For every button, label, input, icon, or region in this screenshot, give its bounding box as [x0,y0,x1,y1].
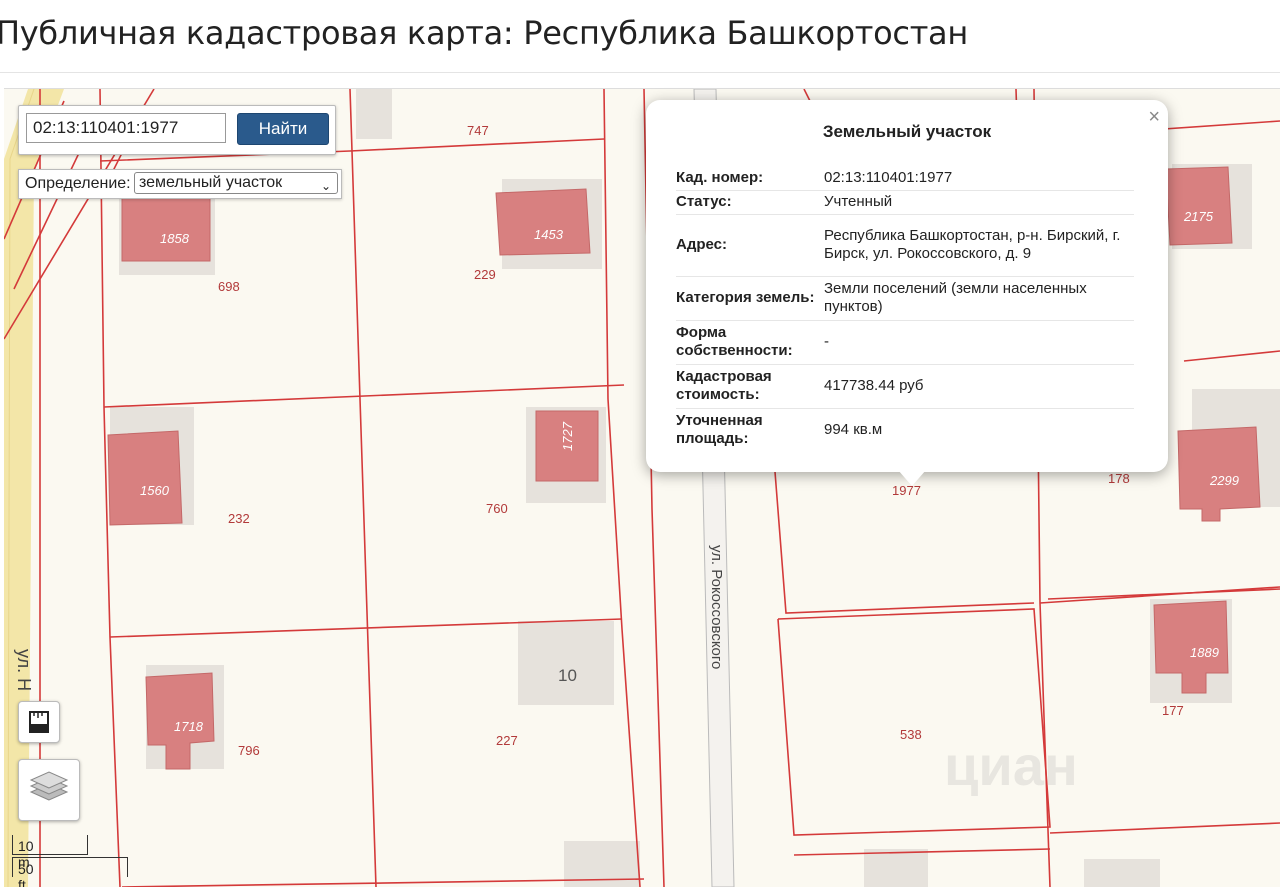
watermark: циан [944,734,1078,797]
street-label: ул. Рокоссовского [708,545,725,669]
info-value: Учтенный [824,190,1134,215]
parcel-label: 227 [496,733,518,748]
page-title: Публичная кадастровая карта: Республика … [0,14,968,52]
building-label: 1858 [160,231,190,246]
building-label: 1727 [560,421,575,451]
info-value: Земли поселений (земли населенных пункто… [824,276,1134,321]
scale-imperial: 50 ft [18,861,34,887]
info-value: 994 кв.м [824,421,883,439]
parcel-label: 698 [218,279,240,294]
info-row: Уточненная площадь: 994 кв.м [676,408,1134,452]
info-value: - [824,320,1134,365]
info-row: Адрес: Республика Башкортостан, р-н. Бир… [676,214,1134,277]
info-key: Кадастровая стоимость [676,368,772,403]
street-label: ул. Н [14,649,34,691]
definition-panel: Определение: земельный участок ⌄ [18,169,342,199]
search-panel: Найти [18,105,336,155]
building-label: 2175 [1183,209,1214,224]
parcel-label: 538 [900,727,922,742]
popup-title: Земельный участок [822,122,992,141]
parcel-info-table: Кад. номер: 02:13:110401:1977 Статус: Уч… [676,166,1134,452]
find-button[interactable]: Найти [237,113,329,145]
info-key: Кад. номер [676,168,759,186]
info-key: Уточненная площадь [676,412,763,448]
popup-pointer [898,470,926,486]
parcel-info-popup: × Земельный участок Кад. номер: 02:13:11… [646,100,1168,472]
info-row: Кадастровая стоимость: 417738.44 руб [676,364,1134,409]
info-value: Республика Башкортостан, р-н. Бирский, г… [824,214,1134,277]
building-label: 1453 [534,227,564,242]
chevron-down-icon: ⌄ [320,179,331,193]
definition-label: Определение: [25,175,131,192]
info-row: Категория земель: Земли поселений (земли… [676,276,1134,321]
cadastral-number-input[interactable] [26,113,226,143]
parcel-label: 232 [228,511,250,526]
info-key: Форма собственности [676,324,788,359]
info-row: Кад. номер: 02:13:110401:1977 [676,166,1134,191]
house-number: 10 [558,666,577,685]
building-label: 1718 [174,719,204,734]
definition-selected: земельный участок [139,174,283,191]
info-key: Категория земель [676,289,810,306]
info-row: Статус: Учтенный [676,190,1134,215]
definition-select[interactable]: земельный участок ⌄ [134,172,338,194]
parcel-label: 747 [467,123,489,138]
info-row: Форма собственности: - [676,320,1134,365]
layers-button[interactable] [18,759,80,821]
parcel-label: 760 [486,501,508,516]
measure-button[interactable] [18,701,60,743]
info-value: 02:13:110401:1977 [824,166,1134,191]
parcel-label: 177 [1162,703,1184,718]
ruler-icon [29,711,49,733]
info-key: Статус [676,193,727,210]
info-key: Адрес [676,236,723,253]
parcel-label: 178 [1108,471,1130,486]
building-label: 1560 [140,483,170,498]
info-value: 417738.44 руб [824,364,1134,409]
building-label: 1889 [1190,645,1219,660]
layers-icon [29,771,69,801]
parcel-label: 796 [238,743,260,758]
parcel-label: 229 [474,267,496,282]
title-divider [0,72,1280,73]
building-label: 2299 [1209,473,1239,488]
